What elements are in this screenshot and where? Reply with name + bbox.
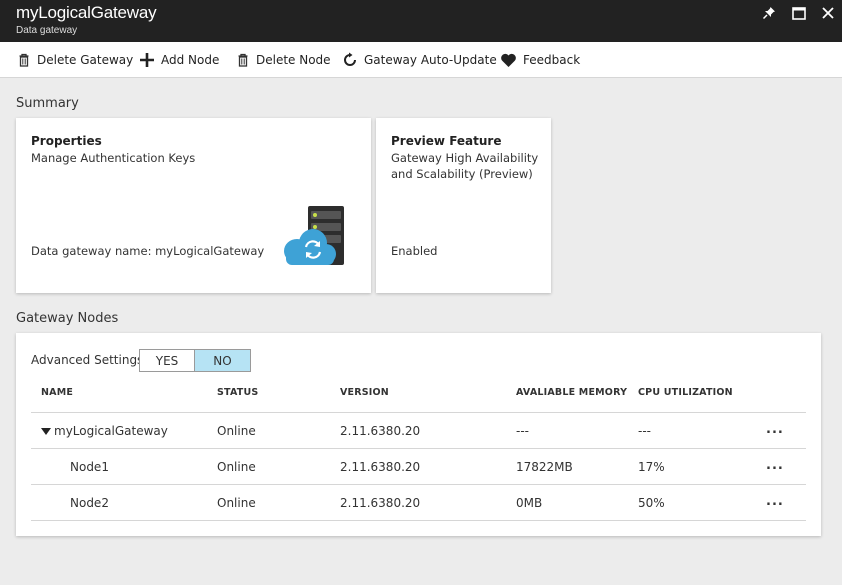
node-cpu: --- [638,424,651,438]
header-divider [31,412,806,413]
advanced-settings-toggle[interactable]: YES NO [139,349,251,372]
manage-keys-text: Manage Authentication Keys [31,151,196,165]
node-version: 2.11.6380.20 [340,460,421,474]
feedback-button[interactable]: Feedback [500,50,580,70]
preview-feature-tile[interactable]: Preview Feature Gateway High Availabilit… [376,118,551,293]
node-cpu: 17% [638,460,665,474]
heart-icon [501,53,516,67]
column-header-version[interactable]: VERSION [340,387,389,398]
gateway-auto-update-button[interactable]: Gateway Auto-Update [342,50,497,70]
node-memory: --- [516,424,529,438]
properties-title: Properties [31,134,102,148]
trash-icon [19,53,29,67]
node-version: 2.11.6380.20 [340,424,421,438]
caret-down-icon[interactable] [41,428,51,436]
feedback-label: Feedback [523,53,581,67]
gateway-nodes-panel: Advanced Settings YES NO NAME STATUS VER… [16,333,821,536]
node-memory: 17822MB [516,460,573,474]
command-bar: Delete Gateway Add Node Delete Node Gate… [0,42,842,78]
node-status: Online [217,496,256,510]
gateway-auto-update-label: Gateway Auto-Update [364,53,497,67]
node-cpu: 50% [638,496,665,510]
preview-feature-line2: and Scalability (Preview) [391,167,533,181]
add-node-button[interactable]: Add Node [139,50,219,70]
column-header-cpu[interactable]: CPU UTILIZATION [638,387,733,398]
blade-title: myLogicalGateway [16,3,157,22]
gateway-name-text: Data gateway name: myLogicalGateway [31,244,265,258]
preview-feature-line1: Gateway High Availability [391,151,539,165]
preview-feature-status: Enabled [391,244,438,258]
delete-gateway-label: Delete Gateway [37,53,134,67]
delete-node-button[interactable]: Delete Node [236,50,331,70]
row-divider [31,448,806,449]
properties-tile[interactable]: Properties Manage Authentication Keys Da… [16,118,371,293]
pin-icon[interactable] [759,5,779,21]
node-name: Node1 [70,460,109,474]
node-version: 2.11.6380.20 [340,496,421,510]
more-options-button[interactable]: ... [766,422,784,437]
delete-gateway-button[interactable]: Delete Gateway [17,50,133,70]
more-options-button[interactable]: ... [766,458,784,473]
maximize-icon[interactable] [789,5,809,21]
blade-header: myLogicalGateway Data gateway [0,0,842,42]
blade-subtitle: Data gateway [16,25,78,36]
close-icon[interactable] [818,5,838,21]
trash-icon [238,53,248,67]
toggle-yes-option[interactable]: YES [140,350,195,371]
node-status: Online [217,460,256,474]
preview-feature-title: Preview Feature [391,134,502,148]
node-name: myLogicalGateway [54,424,168,438]
node-name: Node2 [70,496,109,510]
summary-heading: Summary [16,96,79,111]
node-status: Online [217,424,256,438]
column-header-memory[interactable]: AVALIABLE MEMORY [516,387,627,398]
plus-icon [140,53,154,67]
column-header-name[interactable]: NAME [41,387,73,398]
toggle-no-option[interactable]: NO [195,350,250,371]
gateway-nodes-heading: Gateway Nodes [16,311,119,326]
gateway-server-icon [284,206,344,265]
node-memory: 0MB [516,496,543,510]
refresh-icon [344,52,356,66]
add-node-label: Add Node [161,53,220,67]
advanced-settings-label: Advanced Settings [31,353,144,367]
column-header-status[interactable]: STATUS [217,387,258,398]
row-divider [31,520,806,521]
more-options-button[interactable]: ... [766,494,784,509]
delete-node-label: Delete Node [256,53,331,67]
row-divider [31,484,806,485]
